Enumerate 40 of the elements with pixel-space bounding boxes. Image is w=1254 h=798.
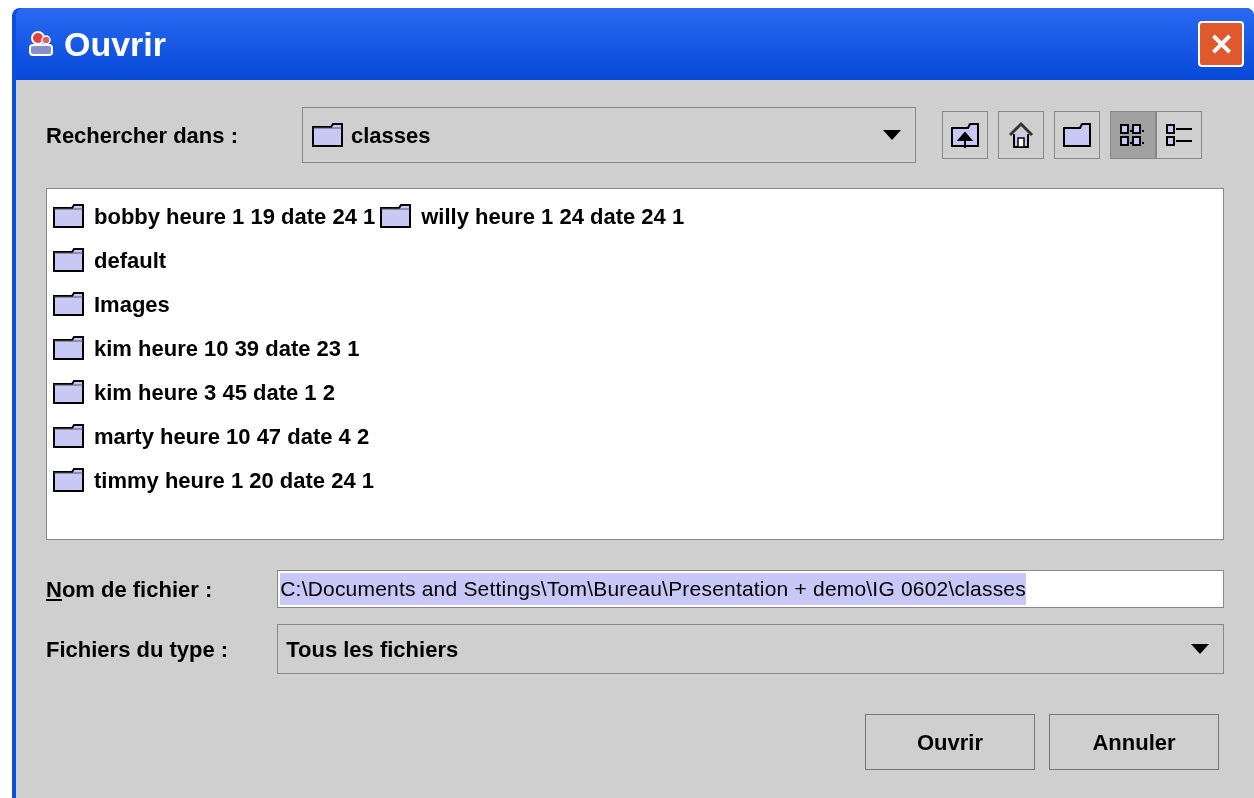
window-title: Ouvrir: [64, 23, 167, 65]
dropdown-caret-icon: [883, 130, 901, 140]
dialog-button[interactable]: Annuler: [1049, 714, 1219, 770]
folder-icon: [52, 467, 86, 493]
file-name-label: Nom de fichier :: [46, 575, 214, 604]
folder-icon: [52, 291, 86, 317]
dropdown-caret-icon: [1191, 644, 1209, 654]
folder-item[interactable]: marty heure 10 47 date 4 2: [52, 423, 380, 449]
look-in-label: Rechercher dans :: [46, 121, 239, 150]
folder-icon: [379, 203, 414, 229]
folder-item[interactable]: bobby heure 1 19 date 24 1: [52, 203, 380, 229]
close-button[interactable]: ✕: [1198, 21, 1244, 67]
folder-item[interactable]: kim heure 10 39 date 23 1: [52, 335, 380, 361]
newfolder-button[interactable]: [1054, 111, 1100, 159]
list-view-icon: [1119, 122, 1147, 148]
file-type-dropdown[interactable]: Tous les fichiers: [277, 624, 1224, 674]
home-icon: [1007, 121, 1035, 149]
details-view-icon: [1165, 122, 1193, 148]
folder-icon: [311, 122, 345, 148]
look-in-dropdown[interactable]: classes: [302, 107, 916, 163]
home-button[interactable]: [998, 111, 1044, 159]
folder-icon: [52, 379, 86, 405]
list-button[interactable]: [1110, 111, 1156, 159]
folder-icon: [1062, 122, 1092, 148]
folder-item[interactable]: kim heure 3 45 date 1 2: [52, 379, 380, 405]
folder-item[interactable]: timmy heure 1 20 date 24 1: [52, 467, 380, 493]
app-icon: [26, 29, 56, 59]
up-button[interactable]: [942, 111, 988, 159]
folder-icon: [52, 203, 86, 229]
file-type-label: Fichiers du type :: [46, 635, 230, 664]
folder-item[interactable]: willy heure 1 24 date 24 1: [379, 203, 689, 229]
folder-icon: [52, 335, 86, 361]
dialog-button[interactable]: Ouvrir: [865, 714, 1035, 770]
folder-icon: [52, 423, 86, 449]
folder-up-icon: [950, 122, 980, 148]
file-name-field[interactable]: C:\Documents and Settings\Tom\Bureau\Presentation + demo\IG 0602\classes: [277, 570, 1224, 608]
folder-icon: [52, 247, 86, 273]
folder-item[interactable]: Images: [52, 291, 380, 317]
details-button[interactable]: [1156, 111, 1202, 159]
folder-item[interactable]: default: [52, 247, 380, 273]
